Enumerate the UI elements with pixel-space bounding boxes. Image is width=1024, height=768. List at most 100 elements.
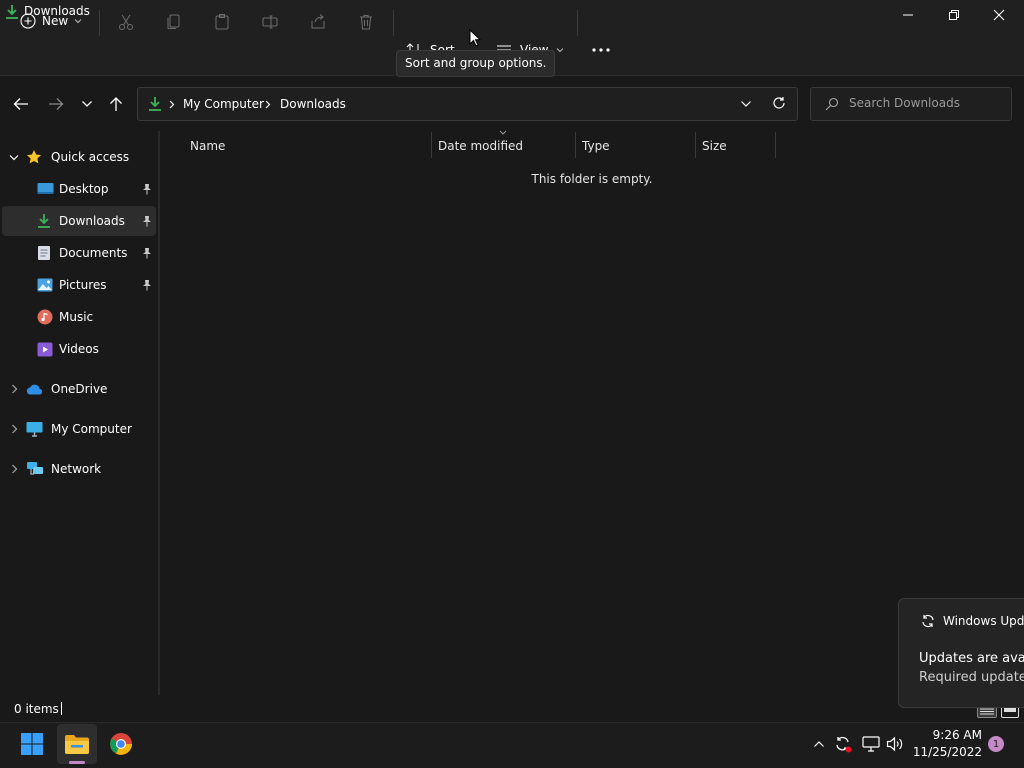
paste-button[interactable] <box>208 8 236 36</box>
column-header-date-modified[interactable]: Date modified <box>432 134 575 158</box>
see-more-button[interactable] <box>588 40 614 60</box>
refresh-button[interactable] <box>772 96 786 110</box>
arrow-left-icon <box>13 98 28 110</box>
clipboard-icon <box>215 14 229 30</box>
sidebar-item-label: My Computer <box>51 422 132 436</box>
sidebar-item-documents[interactable]: Documents <box>2 238 156 268</box>
maximize-button[interactable] <box>931 0 977 30</box>
close-button[interactable] <box>976 0 1022 30</box>
sidebar-item-label: Music <box>59 310 94 324</box>
pin-icon <box>142 279 152 291</box>
breadcrumb-my-computer[interactable]: My Computer <box>183 97 264 111</box>
sidebar-item-videos[interactable]: Videos <box>2 334 156 364</box>
title-bar <box>0 0 1024 30</box>
volume-tray-button[interactable] <box>884 733 906 755</box>
windows-logo-icon <box>21 733 43 755</box>
sidebar-item-my-computer[interactable]: My Computer <box>2 414 156 444</box>
sidebar-item-desktop[interactable]: Desktop <box>2 174 156 204</box>
sidebar-item-onedrive[interactable]: OneDrive <box>2 374 156 404</box>
clock-date[interactable]: 11/25/2022 <box>904 745 982 759</box>
delete-button[interactable] <box>352 8 380 36</box>
sidebar-item-downloads[interactable]: Downloads <box>2 206 156 236</box>
start-button[interactable] <box>12 724 52 764</box>
sidebar-item-music[interactable]: Music <box>2 302 156 332</box>
breadcrumb-chevron-icon <box>265 100 271 109</box>
forward-button[interactable] <box>44 92 68 116</box>
chevron-down-icon <box>74 19 82 24</box>
copy-button[interactable] <box>160 8 188 36</box>
cut-button[interactable] <box>112 8 140 36</box>
status-separator <box>61 702 62 715</box>
desktop-icon <box>37 182 59 196</box>
toolbar-separator <box>99 10 100 36</box>
sidebar-item-quick-access[interactable]: Quick access <box>2 142 156 172</box>
notification-line-2: Required updates <box>919 670 1024 685</box>
share-button[interactable] <box>304 8 332 36</box>
column-header-type[interactable]: Type <box>576 134 695 158</box>
document-icon <box>37 245 59 261</box>
chevron-down-icon <box>82 101 92 107</box>
sidebar-item-label: Quick access <box>51 150 130 164</box>
chevron-down-icon <box>557 48 564 53</box>
arrow-up-icon <box>110 97 122 111</box>
show-hidden-icons-button[interactable] <box>808 733 830 755</box>
breadcrumb-downloads[interactable]: Downloads <box>280 97 346 111</box>
downloads-icon <box>37 213 59 229</box>
star-icon <box>26 149 51 165</box>
item-count: 0 items <box>14 702 59 716</box>
notification-title: Windows Upda <box>943 614 1024 628</box>
address-history-button[interactable] <box>740 100 752 108</box>
taskbar-file-explorer[interactable] <box>57 724 97 764</box>
windows-update-tray-button[interactable] <box>832 733 854 755</box>
sidebar-item-label: Pictures <box>59 278 107 292</box>
taskbar-chrome[interactable] <box>101 724 141 764</box>
chevron-right-icon[interactable] <box>2 424 26 434</box>
copy-icon <box>167 14 180 29</box>
chevron-up-icon <box>814 741 824 747</box>
pane-divider[interactable] <box>158 131 160 695</box>
chevron-down-icon[interactable] <box>2 154 26 161</box>
search-input[interactable] <box>849 96 1004 110</box>
chevron-right-icon[interactable] <box>2 384 26 394</box>
column-header-name[interactable]: Name <box>184 134 431 158</box>
pin-icon <box>142 247 152 259</box>
sidebar-item-pictures[interactable]: Pictures <box>2 270 156 300</box>
rename-icon <box>262 15 278 29</box>
toolbar-separator <box>577 10 578 36</box>
address-bar[interactable]: My Computer Downloads <box>137 87 798 121</box>
computer-icon <box>26 421 51 437</box>
videos-icon <box>37 342 59 357</box>
column-divider[interactable] <box>775 132 776 158</box>
network-tray-button[interactable] <box>860 733 882 755</box>
toolbar-separator <box>393 10 394 36</box>
pin-icon <box>142 215 152 227</box>
sidebar-item-label: Documents <box>59 246 128 260</box>
rename-button[interactable] <box>256 8 284 36</box>
clock-time[interactable]: 9:26 AM <box>912 728 982 742</box>
sidebar-item-label: Network <box>51 462 102 476</box>
chevron-down-icon <box>741 101 751 107</box>
recent-locations-button[interactable] <box>75 92 99 116</box>
update-notification[interactable]: Windows Upda Updates are avail Required … <box>898 598 1024 708</box>
breadcrumb-chevron-icon <box>169 100 175 109</box>
back-button[interactable] <box>9 92 33 116</box>
chevron-right-icon[interactable] <box>2 464 26 474</box>
refresh-icon <box>773 97 785 109</box>
up-button[interactable] <box>104 92 128 116</box>
empty-folder-message: This folder is empty. <box>531 172 653 186</box>
folder-icon <box>65 735 89 754</box>
arrow-right-icon <box>49 98 64 110</box>
new-button-label: New <box>42 14 69 28</box>
scissors-icon <box>119 14 133 30</box>
update-icon <box>836 736 852 753</box>
sidebar-item-network[interactable]: Network <box>2 454 156 484</box>
column-header-size[interactable]: Size <box>696 134 775 158</box>
minimize-button[interactable] <box>885 0 931 30</box>
search-icon <box>825 97 839 111</box>
search-box[interactable] <box>810 87 1012 121</box>
sidebar-item-label: Downloads <box>59 214 125 228</box>
minimize-icon <box>903 14 913 16</box>
sidebar-item-label: Videos <box>59 342 99 356</box>
notification-badge[interactable]: 1 <box>988 736 1004 752</box>
new-button[interactable]: New <box>12 7 92 35</box>
